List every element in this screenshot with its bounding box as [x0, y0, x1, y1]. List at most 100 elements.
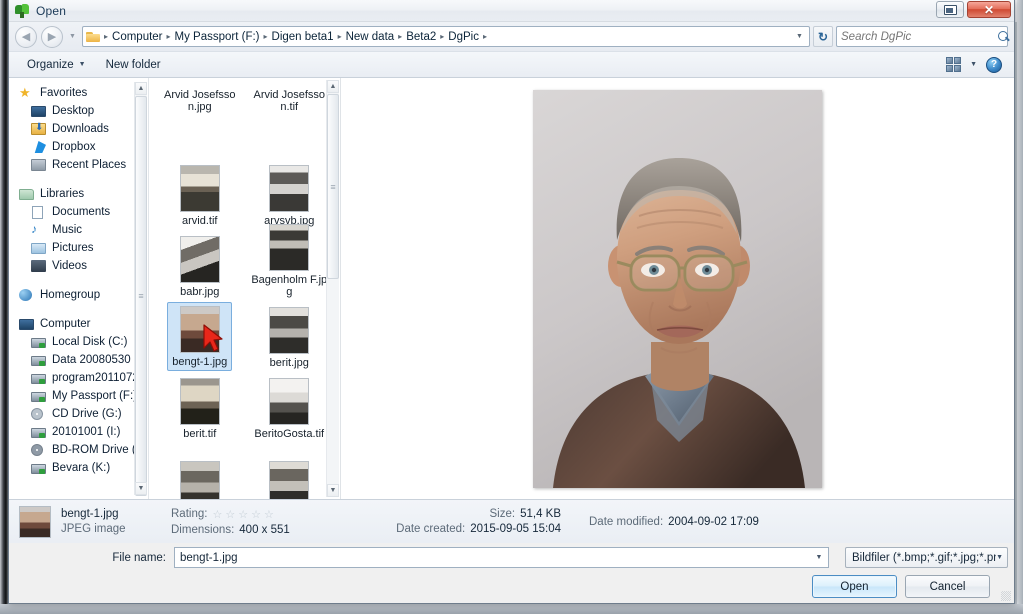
sidebar-scrollbar[interactable]: ▲ ▼: [134, 82, 147, 496]
breadcrumb-item-my-passport[interactable]: My Passport (F:): [172, 31, 263, 43]
list-item[interactable]: beritsfamilj.jpg: [155, 447, 245, 499]
cancel-button[interactable]: Cancel: [905, 575, 990, 598]
breadcrumb-item-digen-beta1[interactable]: Digen beta1: [269, 31, 337, 43]
dimensions-value: 400 x 551: [239, 523, 290, 536]
sidebar-group-libraries[interactable]: Libraries: [9, 185, 148, 203]
breadcrumb-item-beta2[interactable]: Beta2: [403, 31, 439, 43]
sidebar-item-label: program2011072: [52, 372, 139, 384]
file-name-field[interactable]: ▼: [174, 547, 829, 568]
preview-pane: [341, 78, 1014, 499]
breadcrumb-item-computer[interactable]: Computer: [109, 31, 166, 43]
hard-drive-icon: [31, 428, 46, 438]
file-label: Bagenholm F.jpg: [251, 274, 328, 298]
back-button[interactable]: ◀: [15, 25, 37, 48]
view-chevron-down-icon[interactable]: ▼: [970, 61, 977, 68]
close-button[interactable]: ✕: [967, 1, 1011, 18]
scroll-down-icon[interactable]: ▼: [327, 484, 339, 497]
organize-button[interactable]: Organize ▼: [17, 56, 96, 74]
hard-drive-icon: [31, 464, 46, 474]
file-list-scrollbar[interactable]: ▲ ▼: [326, 80, 339, 497]
sidebar-item-program2011072[interactable]: program2011072: [9, 369, 148, 387]
sidebar-group-homegroup[interactable]: Homegroup: [9, 286, 148, 304]
forward-button[interactable]: ▶: [41, 25, 63, 48]
file-label: Arvid Josefsson.tif: [253, 89, 326, 113]
refresh-button[interactable]: ↻: [813, 26, 833, 47]
scroll-up-icon[interactable]: ▲: [327, 80, 339, 93]
sidebar-item-pictures[interactable]: Pictures: [9, 239, 148, 257]
breadcrumb-dropdown-caret-icon[interactable]: ▼: [792, 33, 807, 40]
breadcrumb[interactable]: ▸ Computer ▸ My Passport (F:) ▸ Digen be…: [82, 26, 810, 47]
sidebar-item-20101001-i[interactable]: 20101001 (I:): [9, 423, 148, 441]
file-thumbnail: [269, 165, 310, 212]
sidebar-item-dropbox[interactable]: Dropbox: [9, 138, 148, 156]
list-item[interactable]: Arvid Josefsson.jpg: [155, 80, 245, 163]
list-item[interactable]: Bagenholm F.jpg: [245, 224, 335, 305]
file-type-filter-select[interactable]: Bildfiler (*.bmp;*.gif;*.jpg;*.png ▼: [845, 547, 1008, 568]
rating-label: Rating:: [171, 508, 208, 520]
sidebar-item-documents[interactable]: Documents: [9, 203, 148, 221]
star-icon[interactable]: ☆: [238, 508, 249, 521]
history-dropdown-caret-icon[interactable]: ▼: [66, 27, 79, 47]
sidebar-item-bevara-k[interactable]: Bevara (K:): [9, 459, 148, 477]
scroll-up-icon[interactable]: ▲: [135, 82, 147, 95]
sidebar-item-my-passport-f[interactable]: My Passport (F:): [9, 387, 148, 405]
scrollbar-thumb[interactable]: [327, 94, 339, 279]
sidebar-item-local-disk-c[interactable]: Local Disk (C:): [9, 333, 148, 351]
sidebar-item-cd-drive-g[interactable]: CD Drive (G:): [9, 405, 148, 423]
search-input[interactable]: [841, 30, 997, 43]
sidebar-item-desktop[interactable]: Desktop: [9, 102, 148, 120]
open-button[interactable]: Open: [812, 575, 897, 598]
sidebar-group-favorites[interactable]: ★ Favorites: [9, 84, 148, 102]
title-bar: Open ✕: [9, 0, 1014, 22]
star-icon[interactable]: ☆: [251, 508, 262, 521]
size-label: Size:: [489, 508, 516, 520]
sidebar-group-computer[interactable]: Computer: [9, 315, 148, 333]
breadcrumb-separator-icon[interactable]: ▸: [482, 32, 488, 41]
list-item[interactable]: birgalex.jpg: [245, 447, 335, 499]
breadcrumb-item-dgpic[interactable]: DgPic: [445, 31, 482, 43]
sidebar-item-downloads[interactable]: Downloads: [9, 120, 148, 138]
sidebar-item-recent-places[interactable]: Recent Places: [9, 156, 148, 174]
window-title: Open: [36, 3, 67, 18]
hard-drive-icon: [31, 338, 46, 348]
file-thumbnail: [179, 165, 220, 212]
list-item[interactable]: BeritoGosta.tif: [245, 376, 335, 447]
search-box[interactable]: [836, 26, 1008, 47]
new-folder-button[interactable]: New folder: [96, 56, 171, 74]
list-item[interactable]: Arvid Josefsson.tif: [245, 80, 335, 163]
breadcrumb-item-new-data[interactable]: New data: [343, 31, 398, 43]
rating-stars[interactable]: ☆ ☆ ☆ ☆ ☆: [212, 508, 274, 521]
resize-grip[interactable]: [1001, 591, 1011, 601]
dropbox-icon: [31, 141, 46, 153]
star-icon[interactable]: ☆: [212, 508, 223, 521]
sidebar-group-label: Favorites: [40, 87, 88, 99]
star-icon[interactable]: ☆: [225, 508, 236, 521]
list-item[interactable]: arvid.tif: [155, 163, 245, 234]
file-thumbnail: [269, 307, 310, 354]
list-item-selected[interactable]: bengt-1.jpg: [155, 302, 245, 376]
help-button[interactable]: ?: [986, 56, 1002, 73]
chevron-down-icon[interactable]: ▼: [812, 554, 826, 561]
file-label: arvid.tif: [182, 215, 218, 227]
search-icon: [997, 30, 1010, 43]
list-item[interactable]: berit.tif: [155, 376, 245, 447]
scrollbar-thumb[interactable]: [135, 96, 147, 496]
list-item[interactable]: babr.jpg: [155, 234, 245, 305]
sidebar-item-music[interactable]: ♪ Music: [9, 221, 148, 239]
file-thumbnail: [269, 378, 310, 425]
star-icon: ★: [19, 85, 31, 100]
file-label: BeritoGosta.tif: [254, 428, 325, 440]
sidebar-item-data-20080530[interactable]: Data 20080530 (D: [9, 351, 148, 369]
restore-button[interactable]: [936, 1, 964, 18]
scroll-down-icon[interactable]: ▼: [135, 482, 147, 495]
desktop-icon: [31, 106, 46, 117]
sidebar-item-videos[interactable]: Videos: [9, 257, 148, 275]
file-name-input[interactable]: [180, 551, 812, 564]
list-item[interactable]: berit.jpg: [245, 305, 335, 376]
sidebar-item-label: Dropbox: [52, 141, 96, 153]
view-options-icon[interactable]: [946, 57, 962, 72]
window-controls: ✕: [936, 1, 1011, 18]
sidebar-item-bd-rom-drive-j[interactable]: BD-ROM Drive (J: [9, 441, 148, 459]
hard-drive-icon: [31, 356, 46, 366]
star-icon[interactable]: ☆: [264, 508, 275, 521]
